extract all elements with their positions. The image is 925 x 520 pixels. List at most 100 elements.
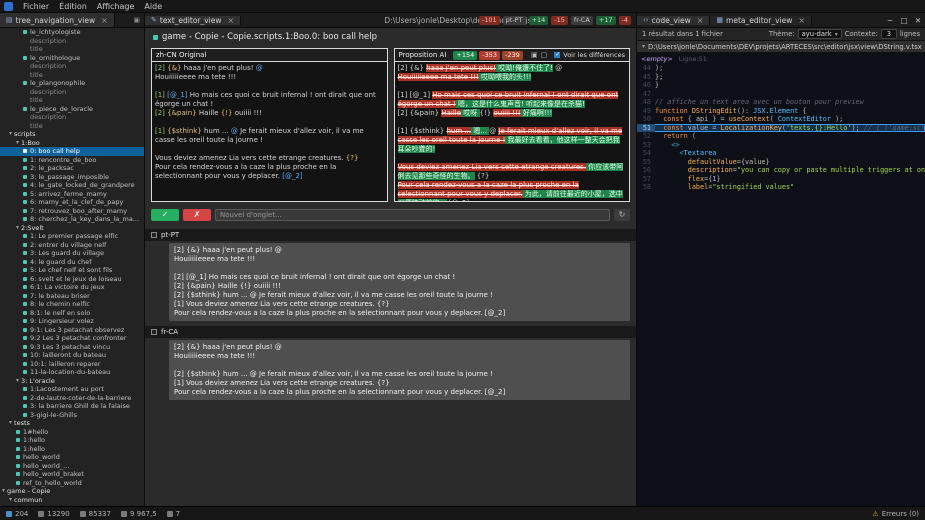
tree-item[interactable]: hello_world_braket [0,470,144,479]
tree-item[interactable]: description [0,62,144,71]
tree-item[interactable]: ▾3: L'oracle [0,377,144,386]
tree-item[interactable]: ▾1:Boo [0,139,144,148]
tree-item[interactable]: 1:hello [0,436,144,445]
tree-item[interactable]: 9: Lingersieur volez [0,317,144,326]
code-line[interactable]: 52 return ( [637,132,925,141]
tree-item[interactable]: 11-la-location-du-bateau [0,368,144,377]
expand-icon[interactable]: ▢ [541,51,548,59]
maximize-button[interactable]: □ [897,13,911,28]
tree-item[interactable]: 4: le_gate_locked_de_grandpere [0,181,144,190]
tree-item[interactable]: 9:3 Les 3 petachat vincu [0,343,144,352]
close-icon[interactable]: × [798,16,805,25]
tree-item[interactable]: 6: mamy_et_la_clef_de_papy [0,198,144,207]
checkbox-icon[interactable] [151,232,157,238]
tree-item[interactable]: description [0,37,144,46]
tree-item[interactable]: ▾commun [0,496,144,505]
code-line[interactable]: 51 const value = LocalizationKey('texts.… [637,124,925,133]
code-line[interactable]: 46} [637,81,925,90]
code-line[interactable]: 54 <Textarea [637,149,925,158]
tree-item[interactable]: 10:1: lailleron reparer [0,360,144,369]
tree-item[interactable]: 1:hello [0,445,144,454]
tree-item[interactable]: 1: rencontre_de_boo [0,156,144,165]
code-line[interactable]: 58 label="stringified values" [637,183,925,192]
tree-item[interactable]: title [0,45,144,54]
tree-item[interactable]: le_ornithologue [0,54,144,63]
close-button[interactable]: ✕ [911,13,925,28]
menu-édition[interactable]: Édition [54,2,92,11]
menu-aide[interactable]: Aide [139,2,167,11]
code-line[interactable]: 47 [637,90,925,99]
proposition-body[interactable]: [2] {&} haaa j'en peut plus! 哎呦!俺遭不住了! @… [395,62,630,201]
code-line[interactable]: 55 defaultValue={value} [637,158,925,167]
tree-item[interactable]: 2: le_packsac [0,164,144,173]
panel-options-icon[interactable]: ▣ [133,16,140,24]
tree-item[interactable]: ref_to_hello_world [0,479,144,488]
tab-text-editor-view[interactable]: ✎ text_editor_view × [145,16,241,25]
tree-item[interactable]: 2: entrer du village nelf [0,241,144,250]
code-line[interactable]: 57 flex={1} [637,175,925,184]
close-icon[interactable]: × [697,16,704,25]
code-line[interactable]: 49function DStringEdit(): JSX.Element { [637,107,925,116]
tree-item[interactable]: ▾scripts [0,130,144,139]
tab-code-view[interactable]: ‹› code_view × [637,16,710,25]
tree-item[interactable]: 3: le_passage_imposible [0,173,144,182]
tree-item[interactable]: title [0,122,144,131]
tree-item[interactable]: le_ichtyologiste [0,28,144,37]
tree-item[interactable]: 1: Le premier passage elfic [0,232,144,241]
tab-name-input[interactable] [215,209,610,221]
tree-item[interactable]: hello_world [0,453,144,462]
lang-box-pt-pt[interactable]: [2] {&} haaa j'en peut plus! @Houiiiiiee… [169,243,630,321]
lang-header[interactable]: fr-CA [145,326,636,338]
tree-item[interactable]: 3: Les guard du village [0,249,144,258]
tree-item[interactable]: 6: svelt et le jeux de loiseau [0,275,144,284]
tree-item[interactable]: 1:Lacostement au port [0,385,144,394]
tree-item[interactable]: ▾2:Svelt [0,224,144,233]
context-input[interactable] [881,29,897,39]
tree-item[interactable]: ▾game - Copie [0,487,144,496]
original-body[interactable]: [2] {&} haaa j'en peut plus! @Houiiiiiee… [152,62,387,201]
tree-item[interactable]: le_plangonophile [0,79,144,88]
tab-tree-navigation-view[interactable]: ▤ tree_navigation_view × [0,13,115,27]
tree-item[interactable]: 5: arrivez_ferme_mamy [0,190,144,199]
reject-button[interactable]: ✗ [183,209,211,221]
tree-item[interactable]: 8: cherchez_la_key_dans_la_ma... [0,215,144,224]
tree-item[interactable]: hello_world_... [0,462,144,471]
tree-item[interactable]: 9:1: Les 3 petachat observez [0,326,144,335]
tree-item[interactable]: title [0,96,144,105]
close-icon[interactable]: × [101,16,108,25]
code-lines[interactable]: 44);45};46}47 48// affiche un text area … [637,64,925,192]
tab-meta-editor-view[interactable]: ▦ meta_editor_view × [710,16,812,25]
tree-item[interactable]: 7: retrouvez_boo_after_mamy [0,207,144,216]
tree-item[interactable]: 9:2 Les 3 petachat confronter [0,334,144,343]
tree-item[interactable]: 0: boo call help [0,147,144,156]
code-line[interactable]: 53 <> [637,141,925,150]
tree-item[interactable]: description [0,113,144,122]
lang-header[interactable]: pt-PT [145,229,636,241]
tree-item[interactable]: description [0,88,144,97]
tree-item[interactable]: 6:1: La victoire du jeux [0,283,144,292]
refresh-button[interactable]: ↻ [614,209,630,221]
tree-item[interactable]: 8: le chemin nelfic [0,300,144,309]
tree-item[interactable]: 3: la barriere Ghill de la falaise [0,402,144,411]
tree-item[interactable]: le_piece_de_loracle [0,105,144,114]
checkbox-icon[interactable] [151,329,157,335]
tree-item[interactable]: 10: lailleront du bateau [0,351,144,360]
minimize-button[interactable]: ─ [883,13,897,28]
lang-box-fr-ca[interactable]: [2] {&} haaa j'en peut plus! @Houiiiiiee… [169,340,630,400]
tree-item[interactable]: 4: le guard du chef [0,258,144,267]
tree-item[interactable]: 8:1: le nelf en solo [0,309,144,318]
close-icon[interactable]: × [228,16,235,25]
code-line[interactable]: 44); [637,64,925,73]
code-line[interactable]: 50 const { api } = useContext( ContextEd… [637,115,925,124]
tree-item[interactable]: 5: Le chef nelf et sont fils [0,266,144,275]
tree-item[interactable]: 2-de-lautre-coter-de-la-barriere [0,394,144,403]
code-line[interactable]: 48// affiche un text area avec un bouton… [637,98,925,107]
status-errors[interactable]: ⚠ Erreurs (0) [872,510,919,518]
accept-button[interactable]: ✓ [151,209,179,221]
diff-toggle[interactable]: Voir les différences [554,51,625,59]
tree-item[interactable]: ▾tests [0,419,144,428]
copy-icon[interactable]: ▣ [531,51,538,59]
code-line[interactable]: 56 description="you can copy or paste mu… [637,166,925,175]
tree-item[interactable]: 1#hello [0,428,144,437]
file-result-row[interactable]: ▾ D:\Users\jonle\Documents\DEV\projets\A… [637,41,925,53]
